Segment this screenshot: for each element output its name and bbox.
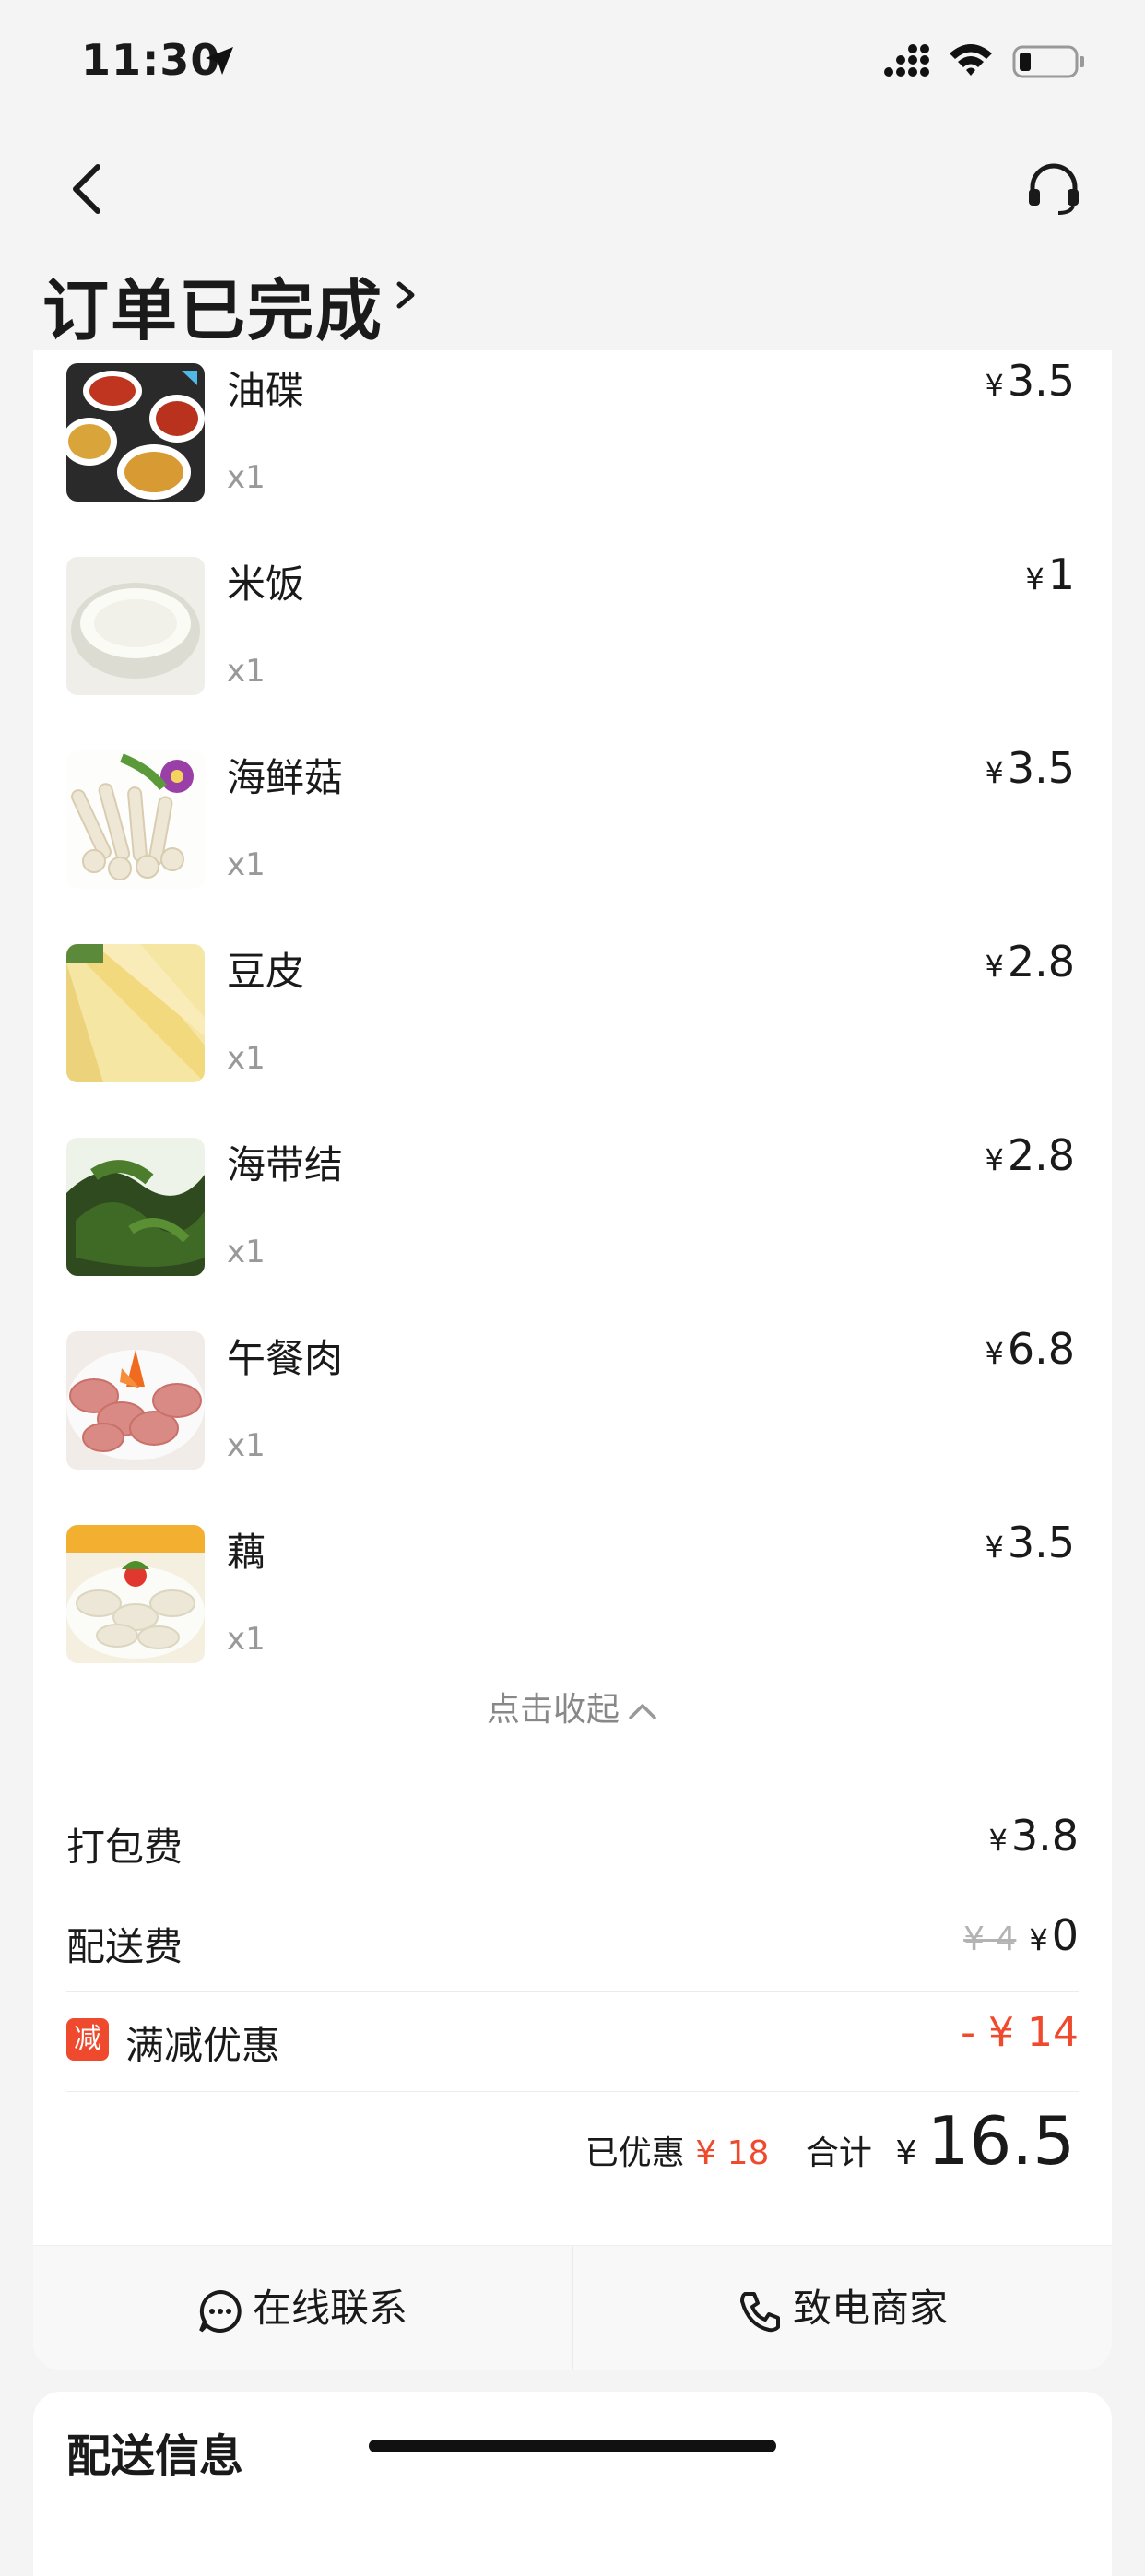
delivery-fee-label: 配送费 [66, 1924, 183, 1969]
phone-icon [739, 2291, 780, 2332]
page-title[interactable]: 订单已完成 [42, 256, 384, 353]
location-arrow-icon [206, 47, 233, 75]
item-quantity: x1 [227, 1234, 266, 1270]
collapse-label: 点击收起 [486, 1691, 620, 1729]
item-quantity: x1 [227, 846, 266, 883]
item-name: 油碟 [227, 368, 305, 413]
packing-fee-row: 打包费 ¥3.8 [66, 1807, 1079, 1881]
rice-image [66, 557, 205, 695]
item-name: 豆皮 [227, 949, 305, 994]
battery-icon [1012, 45, 1084, 78]
delivery-info-card: 配送信息 [33, 2392, 1112, 2576]
packing-fee-label: 打包费 [66, 1825, 183, 1870]
order-detail-card: 油碟 x1 ¥3.5 米饭 x1 ¥1 海鲜菇 x1 ¥3.5 豆皮 x1 ¥2… [33, 350, 1112, 2370]
delivery-fee-row: 配送费 ¥ 4 ¥0 [66, 1907, 1079, 1980]
luncheon-meat-image [66, 1331, 205, 1470]
item-quantity: x1 [227, 1040, 266, 1077]
seafood-mushroom-image [66, 750, 205, 889]
cellular-signal-icon [884, 44, 929, 77]
item-name: 海带结 [227, 1142, 344, 1188]
chat-online-label: 在线联系 [252, 2286, 407, 2331]
total-label: 合计 [805, 2134, 872, 2172]
item-price: ¥6.8 [985, 1324, 1075, 1374]
back-button[interactable] [65, 161, 111, 217]
item-quantity: x1 [227, 653, 266, 690]
item-quantity: x1 [227, 459, 266, 496]
chat-online-button[interactable]: 在线联系 [33, 2246, 572, 2370]
list-item[interactable]: 海鲜菇 x1 ¥3.5 [33, 738, 1112, 904]
item-price: ¥3.5 [985, 743, 1075, 793]
lotus-root-image [66, 1525, 205, 1663]
status-bar: 11:30 [0, 0, 1145, 129]
list-item[interactable]: 午餐肉 x1 ¥6.8 [33, 1318, 1112, 1484]
total-currency: ¥ [895, 2134, 917, 2172]
item-price: ¥3.5 [985, 356, 1075, 406]
home-indicator[interactable] [369, 2440, 776, 2452]
divider [66, 1991, 1079, 1992]
chat-bubble-icon [199, 2289, 242, 2333]
promo-row: 减 满减优惠 - ¥ 14 [66, 2005, 1079, 2079]
collapse-items-button[interactable]: 点击收起 [33, 1683, 1112, 1731]
tofu-skin-image [66, 944, 205, 1082]
delivery-fee-original: ¥ 4 [963, 1920, 1017, 1958]
delivery-fee-value: ¥ 4 ¥0 [963, 1910, 1079, 1960]
chevron-right-icon[interactable] [392, 277, 419, 313]
item-name: 藕 [227, 1530, 266, 1575]
delivery-info-title: 配送信息 [66, 2430, 244, 2482]
item-price: ¥2.8 [985, 1130, 1075, 1180]
item-price: ¥3.5 [985, 1518, 1075, 1567]
wifi-icon [950, 44, 992, 76]
contact-actions: 在线联系 致电商家 [33, 2245, 1112, 2370]
item-name: 米饭 [227, 561, 305, 607]
chevron-up-icon [629, 1704, 656, 1719]
discount-badge: 减 [66, 2018, 109, 2061]
item-quantity: x1 [227, 1621, 266, 1658]
list-item[interactable]: 豆皮 x1 ¥2.8 [33, 931, 1112, 1097]
item-quantity: x1 [227, 1427, 266, 1464]
item-price: ¥2.8 [985, 937, 1075, 987]
item-name: 海鲜菇 [227, 755, 344, 800]
list-item[interactable]: 米饭 x1 ¥1 [33, 544, 1112, 710]
total-value: 16.5 [927, 2102, 1075, 2180]
saved-value: ¥ 18 [695, 2134, 770, 2172]
promo-value: - ¥ 14 [961, 2009, 1079, 2056]
item-name: 午餐肉 [227, 1336, 344, 1381]
dipping-sauce-image [66, 363, 205, 502]
call-merchant-button[interactable]: 致电商家 [573, 2246, 1112, 2370]
customer-service-headset-icon[interactable] [1025, 161, 1082, 219]
saved-label: 已优惠 [584, 2134, 685, 2172]
list-item[interactable]: 藕 x1 ¥3.5 [33, 1512, 1112, 1678]
call-merchant-label: 致电商家 [792, 2286, 948, 2331]
list-item[interactable]: 油碟 x1 ¥3.5 [33, 350, 1112, 516]
packing-fee-value: ¥3.8 [988, 1811, 1079, 1861]
order-summary: 已优惠 ¥ 18 合计 ¥ 16.5 [585, 2102, 1075, 2185]
promo-label: 满减优惠 [125, 2023, 281, 2068]
list-item[interactable]: 海带结 x1 ¥2.8 [33, 1125, 1112, 1291]
kelp-knot-image [66, 1138, 205, 1276]
divider [66, 2091, 1079, 2092]
status-time: 11:30 [81, 35, 221, 85]
item-price: ¥1 [1025, 549, 1075, 599]
